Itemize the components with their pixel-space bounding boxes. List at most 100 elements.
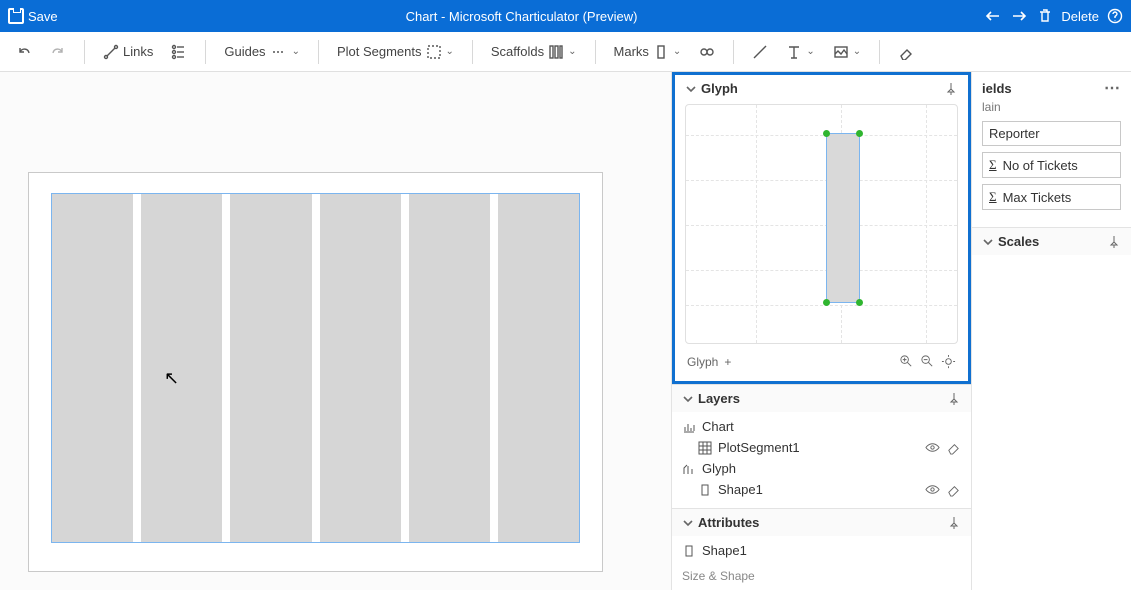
chevron-down-icon: ⌄ <box>853 46 861 57</box>
pointer-cursor-icon: ↖ <box>164 368 179 389</box>
glyph-editor[interactable] <box>685 104 958 344</box>
guides-dropdown[interactable]: Guides ⌄ <box>218 40 306 64</box>
fields-panel-header[interactable]: ields ⋯ <box>972 72 1131 100</box>
attributes-title: Attributes <box>698 515 759 530</box>
chevron-down-icon <box>682 393 694 405</box>
pin-icon[interactable] <box>947 392 961 406</box>
scales-panel-header[interactable]: Scales <box>972 227 1131 255</box>
attributes-panel-header[interactable]: Attributes <box>672 508 971 536</box>
save-button[interactable]: Save <box>8 8 58 24</box>
delete-label: Delete <box>1061 9 1099 24</box>
chevron-down-icon: ⌄ <box>673 46 681 57</box>
bar-placeholder <box>230 194 311 542</box>
legend-button[interactable] <box>165 40 193 64</box>
links-button[interactable]: Links <box>97 40 159 64</box>
glyph-shape[interactable] <box>826 133 860 303</box>
trash-icon[interactable] <box>1037 8 1053 24</box>
collapse-left-icon[interactable] <box>985 8 1003 24</box>
eraser-button[interactable] <box>892 40 920 64</box>
marks-dropdown[interactable]: Marks ⌄ <box>608 40 688 64</box>
layers-panel-header[interactable]: Layers <box>672 384 971 412</box>
fields-group-label: lain <box>972 100 1131 118</box>
attributes-target: Shape1 <box>682 540 961 561</box>
pin-icon[interactable] <box>1107 235 1121 249</box>
glyph-footer-label: Glyph <box>687 355 718 369</box>
chevron-down-icon: ⌄ <box>806 46 814 57</box>
delete-button[interactable]: Delete <box>1061 9 1099 24</box>
layer-shape1[interactable]: Shape1 <box>680 479 963 500</box>
undo-button[interactable] <box>10 40 38 64</box>
chart-icon <box>682 420 696 434</box>
zoom-in-icon[interactable] <box>899 354 914 369</box>
help-icon[interactable] <box>1107 8 1123 24</box>
zoom-out-icon[interactable] <box>920 354 935 369</box>
field-item-reporter[interactable]: Reporter <box>982 121 1121 146</box>
grid-icon <box>698 441 712 455</box>
pin-icon[interactable] <box>947 516 961 530</box>
fit-icon[interactable] <box>941 354 956 369</box>
field-item-no-of-tickets[interactable]: Σ No of Tickets <box>982 152 1121 178</box>
bar-placeholder <box>409 194 490 542</box>
layers-title: Layers <box>698 391 740 406</box>
links-label: Links <box>123 44 153 59</box>
sigma-icon: Σ <box>989 189 997 205</box>
save-label: Save <box>28 9 58 24</box>
plot-area[interactable] <box>51 193 580 543</box>
scales-title: Scales <box>998 234 1039 249</box>
expand-right-icon[interactable] <box>1011 8 1029 24</box>
bar-placeholder <box>498 194 579 542</box>
save-icon <box>8 8 24 24</box>
field-label: Reporter <box>989 126 1040 141</box>
layer-label: Shape1 <box>718 482 763 497</box>
glyph-panel-title: Glyph <box>701 81 738 96</box>
bar-placeholder <box>320 194 401 542</box>
resize-handle[interactable] <box>856 130 863 137</box>
symbol-button[interactable] <box>693 40 721 64</box>
chart-frame: ↖ <box>28 172 603 572</box>
line-button[interactable] <box>746 40 774 64</box>
rect-icon <box>682 544 696 558</box>
field-label: No of Tickets <box>1003 158 1078 173</box>
add-glyph-button[interactable]: + <box>724 355 731 369</box>
chevron-down-icon: ⌄ <box>292 46 300 57</box>
rect-icon <box>698 483 712 497</box>
toolbar: Links Guides ⌄ Plot Segments ⌄ Scaffolds… <box>0 32 1131 72</box>
window-title: Chart - Microsoft Charticulator (Preview… <box>58 9 986 24</box>
scaffolds-label: Scaffolds <box>491 44 544 59</box>
titlebar: Save Chart - Microsoft Charticulator (Pr… <box>0 0 1131 32</box>
chevron-down-icon <box>982 236 994 248</box>
plot-segments-label: Plot Segments <box>337 44 422 59</box>
bar-placeholder <box>141 194 222 542</box>
chevron-down-icon: ⌄ <box>568 46 576 57</box>
layer-chart[interactable]: Chart <box>680 416 963 437</box>
icon-dropdown[interactable]: ⌄ <box>827 40 867 64</box>
layer-label: Glyph <box>702 461 736 476</box>
glyph-panel: Glyph <box>672 72 971 384</box>
sigma-icon: Σ <box>989 157 997 173</box>
redo-button[interactable] <box>44 40 72 64</box>
more-icon[interactable]: ⋯ <box>1104 78 1121 98</box>
chevron-down-icon <box>682 517 694 529</box>
visibility-icon[interactable] <box>925 482 940 497</box>
scaffolds-dropdown[interactable]: Scaffolds ⌄ <box>485 40 583 64</box>
field-item-max-tickets[interactable]: Σ Max Tickets <box>982 184 1121 210</box>
text-dropdown[interactable]: ⌄ <box>780 40 820 64</box>
resize-handle[interactable] <box>856 299 863 306</box>
layer-label: Chart <box>702 419 734 434</box>
visibility-icon[interactable] <box>925 440 940 455</box>
fields-title: ields <box>982 81 1012 96</box>
attributes-group-label: Size & Shape <box>682 561 961 587</box>
chart-canvas[interactable]: ↖ <box>0 72 671 590</box>
resize-handle[interactable] <box>823 130 830 137</box>
pin-icon[interactable] <box>944 82 958 96</box>
layers-panel: Chart PlotSegment1 Glyph Shape1 <box>672 412 971 508</box>
resize-handle[interactable] <box>823 299 830 306</box>
layer-glyph[interactable]: Glyph <box>680 458 963 479</box>
attributes-panel: Shape1 Size & Shape <box>672 536 971 591</box>
chevron-down-icon[interactable] <box>685 83 697 95</box>
eraser-icon[interactable] <box>946 482 961 497</box>
guides-label: Guides <box>224 44 265 59</box>
eraser-icon[interactable] <box>946 440 961 455</box>
plot-segments-dropdown[interactable]: Plot Segments ⌄ <box>331 40 460 64</box>
layer-plotsegment[interactable]: PlotSegment1 <box>680 437 963 458</box>
